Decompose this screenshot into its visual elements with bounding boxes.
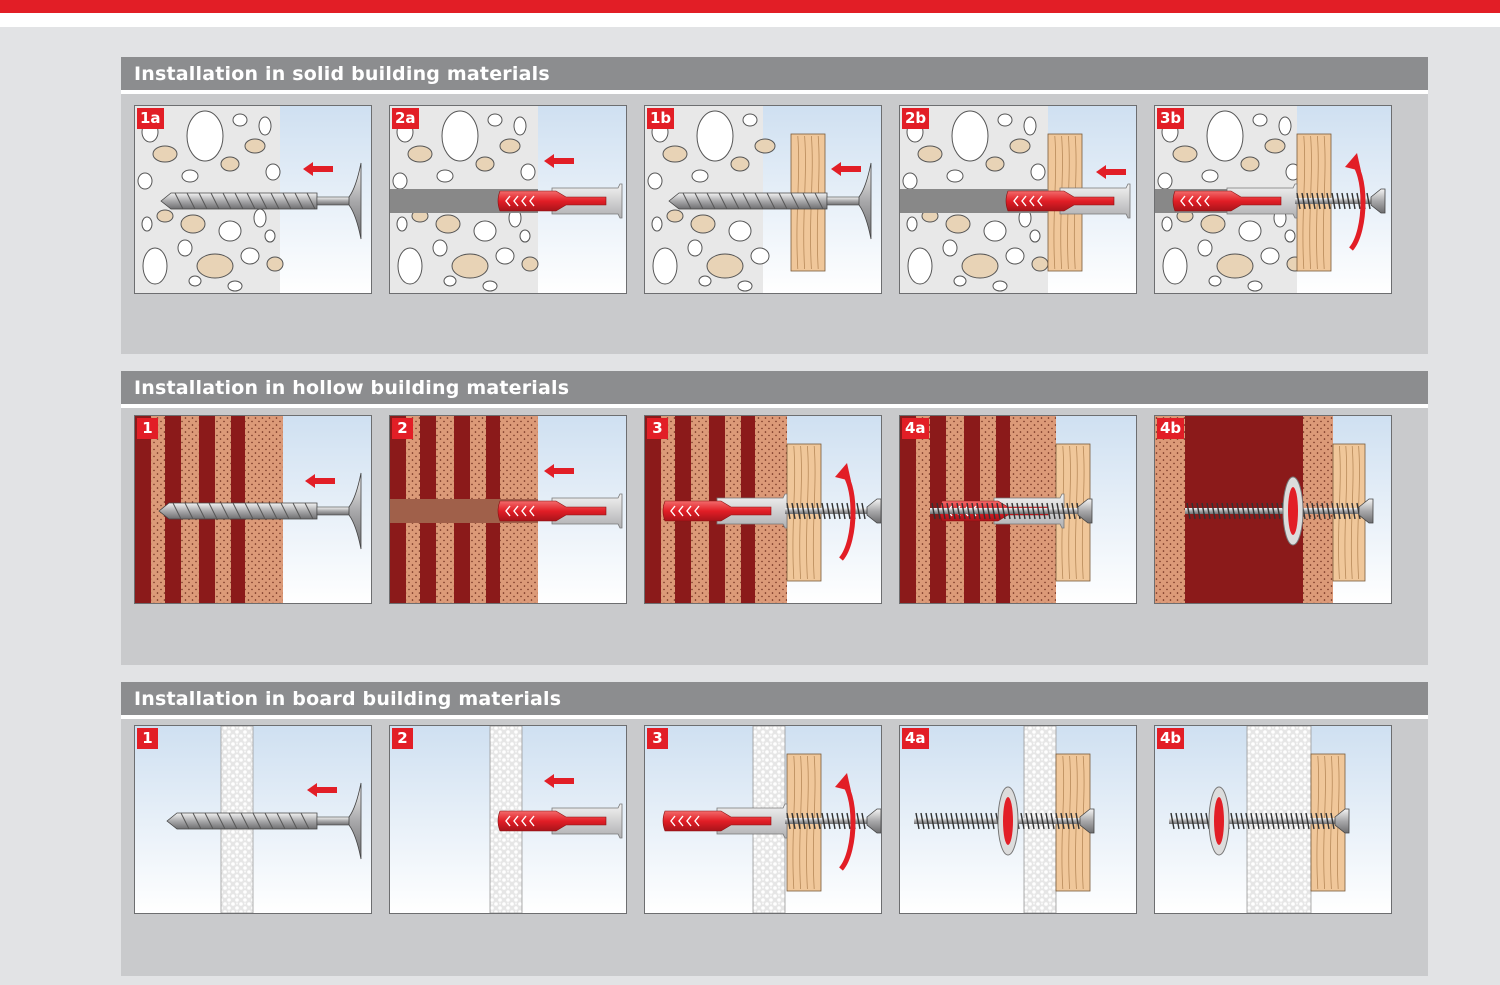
step-illustration [900, 416, 1136, 603]
step-badge: 3 [647, 418, 668, 439]
step-badge: 4a [902, 418, 929, 439]
section-board: Installation in board building materials… [121, 682, 1428, 976]
step-illustration [900, 726, 1136, 913]
section-title: Installation in solid building materials [134, 63, 550, 85]
step-panel: 4a [899, 725, 1137, 914]
step-illustration [135, 726, 371, 913]
section-header: Installation in solid building materials [121, 57, 1428, 90]
top-spacer [0, 13, 1500, 27]
step-illustration [900, 106, 1136, 293]
step-illustration [390, 106, 626, 293]
step-panel: 1 [134, 415, 372, 604]
step-badge: 4b [1157, 728, 1185, 749]
step-badge: 2a [392, 108, 419, 129]
section-header-divider [121, 404, 1428, 408]
section-header: Installation in board building materials [121, 682, 1428, 715]
step-illustration [1155, 416, 1391, 603]
step-illustration [645, 416, 881, 603]
plug-knot [1208, 786, 1230, 856]
step-panel: 4b [1154, 725, 1392, 914]
step-panel: 2b [899, 105, 1137, 294]
step-badge: 2b [902, 108, 930, 129]
section-header-divider [121, 90, 1428, 94]
step-panel: 3b [1154, 105, 1392, 294]
step-badge: 3b [1157, 108, 1185, 129]
step-badge: 4a [902, 728, 929, 749]
step-panel: 1b [644, 105, 882, 294]
section-hollow: Installation in hollow building material… [121, 371, 1428, 665]
step-illustration [1155, 106, 1391, 293]
step-illustration [645, 106, 881, 293]
step-panel: 2 [389, 415, 627, 604]
step-badge: 2 [392, 728, 413, 749]
step-badge: 4b [1157, 418, 1185, 439]
step-panel: 2a [389, 105, 627, 294]
step-illustration [645, 726, 881, 913]
section-solid: Installation in solid building materials… [121, 57, 1428, 354]
plug-knot [997, 786, 1019, 856]
step-illustration [135, 106, 371, 293]
step-panel: 3 [644, 415, 882, 604]
step-illustration [390, 416, 626, 603]
step-panel: 1 [134, 725, 372, 914]
step-panel: 4b [1154, 415, 1392, 604]
step-badge: 1 [137, 728, 158, 749]
step-illustration [1155, 726, 1391, 913]
plug-knot [1282, 476, 1304, 546]
brand-top-bar [0, 0, 1500, 13]
step-illustration [390, 726, 626, 913]
section-title: Installation in hollow building material… [134, 377, 570, 399]
section-header-divider [121, 715, 1428, 719]
step-illustration [135, 416, 371, 603]
step-badge: 1 [137, 418, 158, 439]
step-panel: 1a [134, 105, 372, 294]
step-panel: 4a [899, 415, 1137, 604]
step-panel: 3 [644, 725, 882, 914]
section-title: Installation in board building materials [134, 688, 562, 710]
step-badge: 1a [137, 108, 164, 129]
step-panel: 2 [389, 725, 627, 914]
section-header: Installation in hollow building material… [121, 371, 1428, 404]
step-badge: 1b [647, 108, 675, 129]
step-badge: 3 [647, 728, 668, 749]
step-badge: 2 [392, 418, 413, 439]
